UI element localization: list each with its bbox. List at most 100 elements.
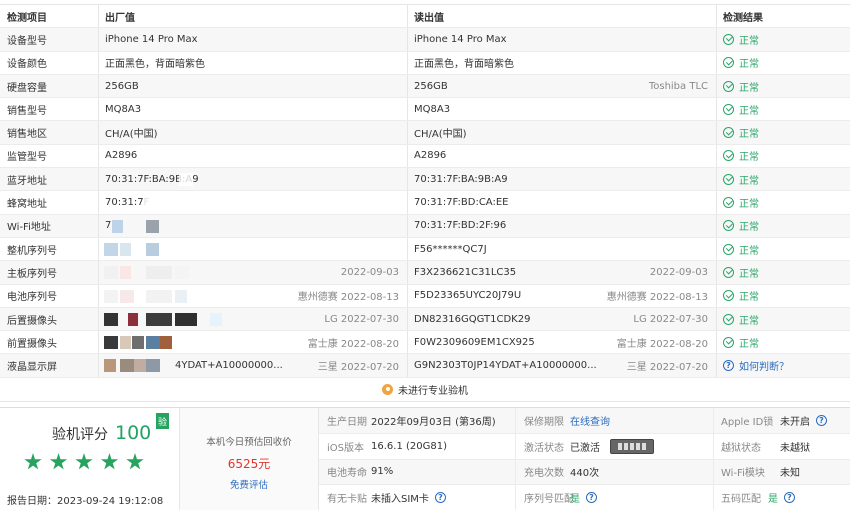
column-divider [515,408,516,510]
result-text: 正常 [739,82,759,94]
score-card: 验机评分 100 验 报告日期：2023-09-24 19:12:08 [0,408,180,510]
row-result-cell: 正常 [716,307,850,331]
result-text: 正常 [739,152,759,164]
check-circle-icon [723,80,734,92]
factory-value: 正面黑色，背面暗紫色 [105,59,205,71]
row-result-cell: 正常 [716,237,850,261]
row-item: 蓝牙地址 [7,175,47,187]
redaction-block [146,359,160,373]
how-to-judge-link[interactable]: 如何判断？ [739,358,789,373]
factory-value: iPhone 14 Pro Max [105,33,198,45]
table-row: 硬盘容量 256GB 256GB Toshiba TLC 正常 [0,74,850,99]
valuation-card: 本机今日预估回收价 6525元 免费评估 [180,408,319,510]
redaction-block [104,266,118,280]
redaction-block [104,359,116,373]
inspection-notice-text: 未进行专业验机 [398,385,468,397]
help-icon[interactable]: ? [784,492,795,504]
redaction-block [112,219,123,233]
question-circle-icon[interactable]: ? [723,360,734,372]
read-value: 70:31:7F:BA:9B:A9 [414,173,508,185]
row-read-cell: 70:31:7F:BD:2F:96 [407,214,716,237]
factory-value: MQ8A3 [105,103,142,115]
battery-bar-icon [610,438,654,454]
activation-label: 激活状态 [524,442,564,454]
column-divider [713,408,714,510]
row-factory-cell: MQ8A3 [98,98,407,121]
star-icon [75,453,93,470]
read-sub: 富士康 2022-08-20 [616,338,708,350]
read-sub: 惠州德赛 2022-08-13 [606,292,708,304]
detection-table: 检测项目 出厂值 读出值 检测结果 设备型号 iPhone 14 Pro Max i… [0,4,850,402]
serial-match-value: 是? [570,485,597,510]
redaction-block [146,336,160,350]
apple-id-label: Apple ID锁 [721,416,774,428]
row-factory-cell: 4YDAT+A10000000... 三星 2022-07-20 [98,354,407,377]
free-evaluate-link[interactable]: 免费评估 [180,477,318,491]
row-item: 销售型号 [7,105,47,117]
info-row: 生产日期 2022年09月03日 (第36周) 保修期限 在线查询 Apple … [319,408,850,434]
redaction-block [146,312,172,326]
redaction-block [143,196,183,210]
table-row: 后置摄像头 LG 2022-07-30 DN82316GQGT1CDK29 LG 20… [0,307,850,332]
result-text: 正常 [739,292,759,304]
wifi-module-label: Wi-Fi模块 [721,468,765,480]
sim-text: 未插入SIM卡 [371,494,429,506]
help-icon[interactable]: ? [434,492,446,504]
factory-value: A2896 [105,150,138,162]
redaction-block [146,289,172,303]
check-circle-icon [723,57,734,69]
medal-icon [382,383,393,395]
row-read-cell: A2896 [407,144,716,168]
star-icon [126,453,144,470]
redaction-block [104,336,118,350]
read-sub: Toshiba TLC [648,80,708,92]
table-row: 设备型号 iPhone 14 Pro Max iPhone 14 Pro Max 正常 [0,28,850,52]
inspection-notice: 未进行专业验机 [0,378,850,402]
redaction-block [120,266,131,280]
row-read-cell: 正面黑色，背面暗紫色 [407,51,716,74]
redaction-block [146,242,159,256]
warranty-query-link[interactable]: 在线查询 [570,408,610,433]
table-row: 销售地区 CH/A(中国) CH/A(中国) 正常 [0,121,850,145]
result-text: 正常 [739,268,759,280]
row-factory-cell: CH/A(中国) [98,121,407,144]
help-icon[interactable]: ? [816,414,827,426]
result-text: 正常 [739,59,759,71]
ios-label: iOS版本 [327,442,364,454]
row-factory-cell: 惠州德赛 2022-08-13 [98,284,407,307]
row-result-cell: 正常 [716,168,850,191]
result-text: 正常 [739,338,759,350]
row-result-cell: 正常 [716,28,850,51]
jailbreak-value: 未越狱 [780,442,810,454]
score-label: 验机评分 [52,427,108,443]
production-date-label: 生产日期 [327,416,367,428]
activation-text: 已激活 [570,442,600,454]
table-row: 蜂窝地址 70:31:7F 70:31:7F:BD:CA:EE 正常 [0,191,850,215]
row-result-cell[interactable]: ? 如何判断？ [716,354,850,377]
verified-badge: 验 [156,413,169,429]
row-item: 设备型号 [7,35,47,47]
apple-id-value: 未开启? [780,408,827,433]
table-row: 整机序列号 F56******QC7J 正常 [0,237,850,262]
row-item: 蜂窝地址 [7,199,47,211]
redaction-block [120,242,131,256]
charge-label: 充电次数 [524,468,564,480]
row-result-cell: 正常 [716,98,850,121]
device-info-grid: 生产日期 2022年09月03日 (第36周) 保修期限 在线查询 Apple … [319,408,850,510]
code-match-text: 是 [768,494,778,506]
check-circle-icon [723,127,734,139]
result-text: 正常 [739,245,759,257]
result-text: 正常 [739,199,759,211]
read-value: F3X236621C31LC35 [414,266,517,278]
redaction-block [175,289,187,303]
read-value: 70:31:7F:BD:CA:EE [414,197,509,209]
result-text: 正常 [739,222,759,234]
help-icon[interactable]: ? [586,492,597,504]
star-icon [100,453,119,470]
activation-value: 已激活 [570,434,654,459]
row-read-cell: F3X236621C31LC35 2022-09-03 [407,261,716,284]
redaction-block [120,289,134,303]
row-item: Wi-Fi地址 [7,222,51,234]
read-value: A2896 [414,150,447,162]
row-factory-cell: 正面黑色，背面暗紫色 [98,51,407,74]
